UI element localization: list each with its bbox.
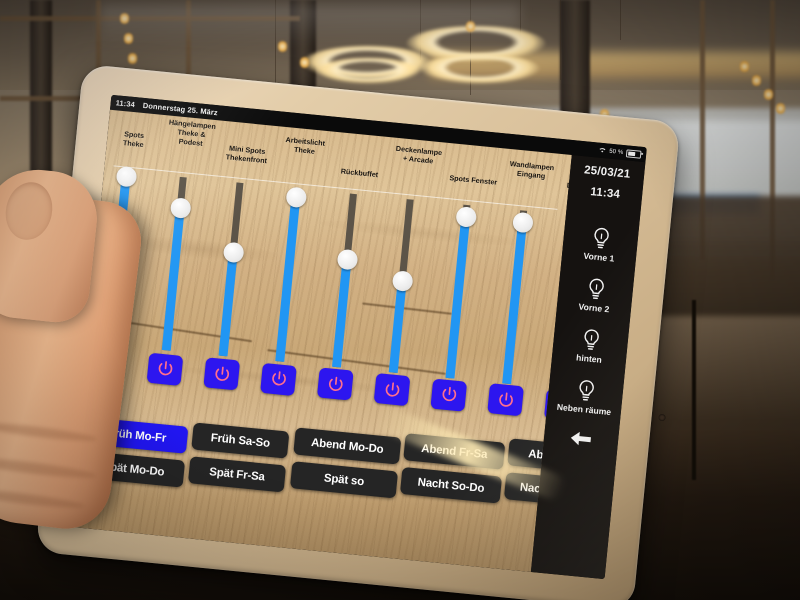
zone-button[interactable]: hinten	[552, 323, 629, 367]
slider-fill	[502, 222, 527, 385]
shelf	[0, 16, 300, 21]
zone-button[interactable]: Vorne 2	[557, 272, 634, 316]
brightness-slider[interactable]	[218, 182, 245, 357]
zone-label: Vorne 1	[583, 250, 615, 264]
power-button[interactable]	[487, 383, 524, 417]
power-button[interactable]	[146, 352, 184, 386]
slider-knob[interactable]	[391, 269, 414, 292]
lightbulb-icon	[574, 378, 597, 405]
slider-fill	[218, 251, 238, 357]
back-button[interactable]	[543, 427, 619, 456]
power-icon	[495, 390, 516, 411]
ipad-screen: 11:34 Donnerstag 25. März 50 % Spots The…	[69, 94, 647, 580]
power-button[interactable]	[373, 372, 411, 407]
channel-label: Deckenlampe + Arcade	[395, 143, 443, 166]
pendant-lamp	[420, 54, 540, 84]
brightness-slider[interactable]	[331, 193, 358, 368]
power-button[interactable]	[316, 367, 354, 402]
slider-knob[interactable]	[222, 241, 245, 263]
battery-icon	[625, 148, 642, 159]
ipad-device: 11:34 Donnerstag 25. März 50 % Spots The…	[35, 63, 681, 600]
slider-knob[interactable]	[169, 197, 192, 220]
zone-label: Neben räume	[556, 401, 612, 418]
power-icon	[438, 384, 459, 405]
slider-fill	[161, 207, 185, 351]
slider-knob[interactable]	[454, 206, 477, 229]
channel-label: Wandlampen Eingang	[509, 159, 555, 181]
brightness-slider[interactable]	[161, 176, 192, 351]
slider-knob[interactable]	[284, 186, 307, 208]
channel-label: Arbeitslicht Theke	[285, 135, 326, 156]
slider-fill	[275, 196, 301, 362]
slider-knob[interactable]	[336, 248, 358, 271]
lightbulb-icon	[584, 276, 607, 303]
preset-button[interactable]: Spät so	[289, 461, 399, 499]
preset-button[interactable]: Abend Fr-Sa	[403, 433, 506, 470]
wifi-icon	[598, 147, 607, 155]
slider-knob[interactable]	[511, 211, 534, 234]
power-icon	[325, 374, 346, 395]
brightness-slider[interactable]	[445, 204, 477, 379]
sidebar-date: 25/03/21	[583, 164, 631, 181]
power-icon	[155, 359, 176, 380]
channel-label: Spots Theke	[122, 129, 145, 150]
brightness-slider[interactable]	[388, 199, 415, 374]
zone-label: Vorne 2	[578, 301, 610, 315]
preset-button[interactable]: Spät Fr-Sa	[187, 456, 287, 493]
zone-button[interactable]: Neben räume	[547, 374, 624, 418]
back-arrow-icon	[567, 429, 594, 453]
power-icon	[382, 379, 403, 400]
preset-button[interactable]: Abend Mo-Do	[293, 427, 402, 465]
zone-button[interactable]: Vorne 1	[562, 222, 639, 266]
power-icon	[268, 369, 289, 390]
battery-percent: 50 %	[608, 148, 624, 156]
lightbulb-icon	[579, 327, 602, 354]
brightness-slider[interactable]	[275, 186, 307, 362]
power-button[interactable]	[430, 378, 468, 412]
power-icon	[211, 364, 232, 385]
channel-label: Hängelampen Theke & Podest	[168, 117, 217, 148]
power-button[interactable]	[260, 362, 297, 396]
channel-label: Spots Fenster	[449, 173, 498, 187]
main-panel: Spots Theke Hängelampen Theke & Podest Min…	[69, 109, 572, 572]
slider-fill	[445, 216, 471, 379]
channel-label: Rückbuffet	[340, 166, 379, 180]
slider-fill	[388, 280, 407, 374]
pendant-lamp	[316, 58, 420, 84]
zone-label: hinten	[575, 352, 603, 365]
status-bar-time: 11:34	[115, 98, 136, 110]
channel-label: Mini Spots Thekenfront	[225, 143, 268, 166]
lightbulb-icon	[589, 225, 612, 252]
photo-scene: 11:34 Donnerstag 25. März 50 % Spots The…	[0, 0, 800, 600]
preset-button[interactable]: Nacht So-Do	[399, 466, 503, 504]
slider-knob[interactable]	[115, 165, 137, 188]
brightness-slider[interactable]	[502, 210, 534, 385]
lighting-app: Spots Theke Hängelampen Theke & Podest Min…	[69, 109, 646, 580]
slider-fill	[331, 259, 352, 368]
power-button[interactable]	[203, 357, 241, 391]
preset-button[interactable]: Früh Sa-So	[191, 422, 290, 459]
